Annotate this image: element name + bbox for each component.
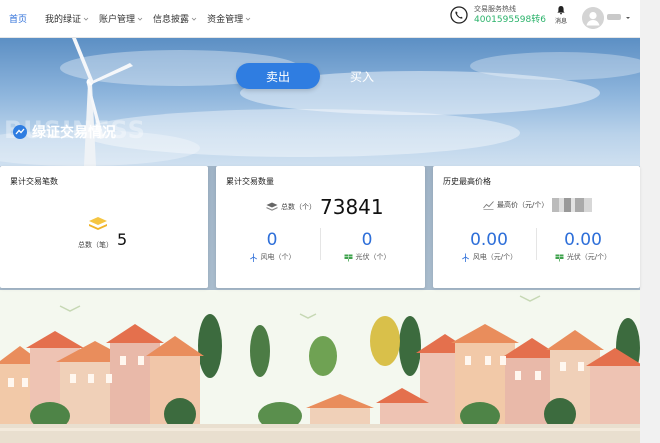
wind-price-value: 0.00	[470, 230, 508, 250]
max-price-row: 最高价（元/个）	[483, 198, 593, 212]
hotline-text: 交易服务热线 4001595598转6	[474, 4, 546, 26]
nav-my-certificates-label: 我的绿证	[45, 15, 82, 25]
chevron-down-icon[interactable]	[625, 15, 631, 21]
hotline: 交易服务热线 4001595598转6	[450, 4, 546, 26]
wind-quantity-value: 0	[266, 230, 278, 250]
max-price-label: 最高价（元/个）	[497, 201, 549, 209]
nav-my-certificates[interactable]: 我的绿证	[45, 12, 89, 25]
nav-funds-management[interactable]: 资金管理	[207, 12, 251, 25]
top-nav: 首页 我的绿证 账户管理 信息披露 资金管理 交易服务热线 4001595598…	[0, 0, 640, 38]
max-price-value-blurred	[552, 198, 593, 212]
trade-count-card: 累计交易笔数 总数（笔） 5	[0, 166, 208, 288]
chevron-down-icon	[191, 16, 197, 22]
chevron-down-icon	[245, 16, 251, 22]
total-value: 5	[117, 229, 128, 249]
hero-title-text: 绿证交易情况	[32, 125, 116, 141]
nav-home-label: 首页	[9, 15, 28, 25]
wind-turbine-icon	[461, 253, 469, 262]
messages-label: 消息	[554, 18, 567, 25]
solar-price-label-row: 光伏（元/个）	[533, 252, 633, 262]
solar-panel-icon	[344, 254, 352, 261]
chevron-down-icon	[137, 16, 143, 22]
highest-price-card: 历史最高价格 最高价（元/个） 0.00 风电（元/个） 0.00 光伏（元/个…	[433, 166, 640, 288]
avatar[interactable]	[582, 7, 604, 29]
solar-quantity: 0 光伏（个）	[317, 230, 417, 262]
wind-quantity-label: 风电（个）	[260, 253, 296, 261]
nav-account-management-label: 账户管理	[99, 15, 136, 25]
trade-quantity-card: 累计交易数量 总数（个） 73841 0 风电（个） 0 光伏（个）	[216, 166, 425, 288]
nav-home[interactable]: 首页	[9, 12, 27, 25]
total-label: 总数（笔）	[78, 241, 113, 249]
solar-panel-icon	[555, 254, 564, 261]
stack-icon	[266, 202, 278, 211]
messages-button[interactable]: 消息	[552, 5, 570, 25]
trade-count-total: 总数（笔） 5	[78, 228, 127, 250]
wind-price: 0.00 风电（元/个）	[439, 230, 539, 262]
hero-title: 绿证交易情况	[12, 122, 116, 142]
bell-icon	[557, 6, 565, 15]
chevron-down-icon	[83, 16, 89, 22]
nav-funds-management-label: 资金管理	[207, 15, 244, 25]
card-title: 累计交易数量	[226, 177, 274, 186]
username-blurred[interactable]	[607, 14, 621, 20]
nav-disclosure[interactable]: 信息披露	[153, 12, 197, 25]
solar-price: 0.00 光伏（元/个）	[533, 230, 633, 262]
wind-price-label-row: 风电（元/个）	[439, 252, 539, 262]
sell-button[interactable]: 卖出	[236, 63, 320, 89]
solar-price-label: 光伏（元/个）	[566, 253, 612, 261]
solar-quantity-label-row: 光伏（个）	[317, 252, 417, 262]
quantity-total: 总数（个） 73841	[266, 195, 384, 219]
buy-button[interactable]: 买入	[340, 63, 384, 89]
nav-disclosure-label: 信息披露	[153, 15, 190, 25]
hotline-number: 4001595598转6	[474, 15, 546, 25]
solar-quantity-value: 0	[361, 230, 373, 250]
wind-quantity-label-row: 风电（个）	[222, 252, 322, 262]
trading-icon	[13, 125, 27, 139]
solar-quantity-label: 光伏（个）	[355, 253, 391, 261]
nav-account-management[interactable]: 账户管理	[99, 12, 143, 25]
total-label: 总数（个）	[281, 203, 316, 211]
card-title: 历史最高价格	[443, 177, 491, 186]
wind-quantity: 0 风电（个）	[222, 230, 322, 262]
wind-turbine-icon	[249, 253, 257, 262]
hero-banner: BUSINESS 卖出 买入 绿证交易情况	[0, 38, 640, 166]
wind-price-label: 风电（元/个）	[472, 253, 518, 261]
phone-icon	[450, 6, 468, 24]
sky-wind-turbine-illustration	[0, 38, 640, 166]
user-icon	[582, 7, 604, 29]
page-scrollbar-area	[640, 0, 660, 443]
solar-price-value: 0.00	[564, 230, 602, 250]
chart-trend-icon	[483, 201, 494, 210]
card-title: 累计交易笔数	[10, 177, 58, 186]
total-value: 73841	[320, 195, 384, 219]
hotline-label: 交易服务热线	[474, 5, 516, 13]
